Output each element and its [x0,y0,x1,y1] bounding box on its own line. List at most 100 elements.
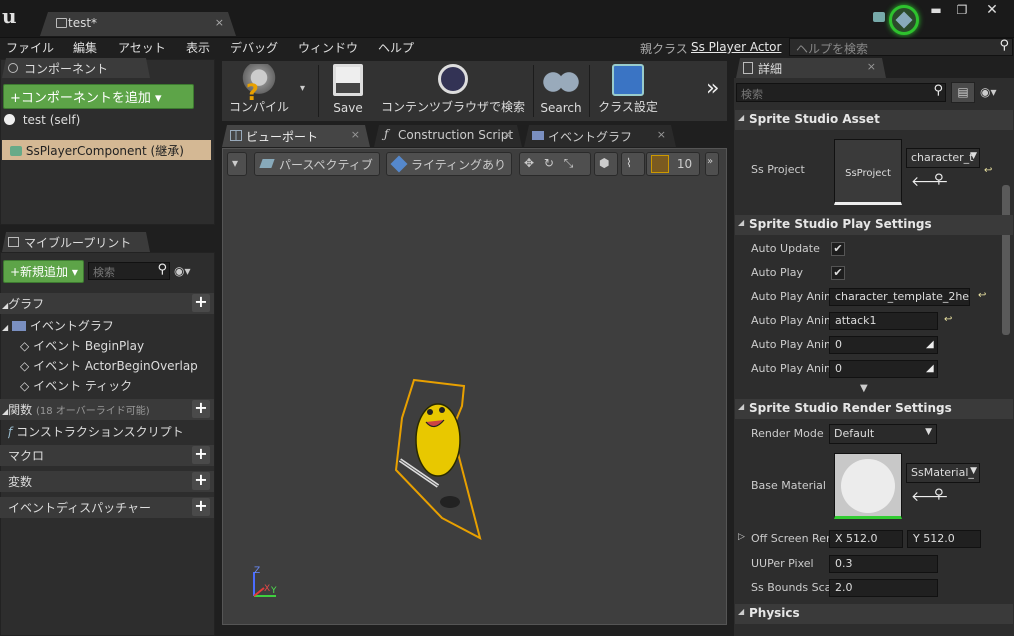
menu-file[interactable]: ファイル [6,39,54,56]
view-options-eye-icon[interactable]: ◉▾ [174,264,191,278]
blueprint-search-input[interactable]: 検索 ⚲ [88,262,170,280]
base-material-dropdown[interactable]: SsMaterial_ ▼ [906,463,980,483]
reset-to-default-icon[interactable]: ↩ [944,314,952,325]
close-tab-icon[interactable]: × [351,128,360,141]
compile-button[interactable]: ? コンパイル [224,61,294,121]
physics-header[interactable]: Physics [735,604,1013,624]
event-item-beginplay[interactable]: ◇ イベント BeginPlay [20,337,144,357]
scale-icon[interactable]: ⤡ [564,156,574,170]
viewport-overflow-icon[interactable]: » [705,152,719,176]
tab-event-graph[interactable]: イベントグラフ × [524,125,676,147]
component-item-self[interactable]: test (self) [4,113,80,133]
grid-snap-control[interactable]: 10 [646,152,700,176]
add-dispatcher-button[interactable]: + [192,498,210,516]
uuper-pixel-field[interactable]: 0.3 [829,555,938,573]
minimize-button[interactable]: ▬ [924,3,948,17]
variables-section-header[interactable]: 変数 [0,471,214,492]
add-new-button[interactable]: +新規追加 ▾ [3,260,84,283]
components-tab[interactable]: コンポーネント [2,58,150,78]
lighting-mode-button[interactable]: ライティングあり [386,152,512,176]
details-scrollbar[interactable] [1002,185,1010,335]
offscreen-x-field[interactable]: X 512.0 [829,530,903,548]
reset-to-default-icon[interactable]: ↩ [978,290,986,301]
offscreen-y-field[interactable]: Y 512.0 [907,530,981,548]
details-search-input[interactable]: 検索 ⚲ [736,83,946,102]
menu-help[interactable]: ヘルプ [378,39,414,56]
save-button[interactable]: Save [326,61,370,121]
event-item-beginoverlap[interactable]: ◇ イベント ActorBeginOverlap [20,357,198,377]
auto-update-checkbox[interactable]: ✔ [831,242,845,256]
render-mode-value: Default [834,427,875,440]
rotate-icon[interactable]: ↻ [544,156,554,170]
event-graph-item[interactable]: ◢ イベントグラフ [0,317,114,337]
class-settings-button[interactable]: クラス設定 [594,61,662,121]
reset-to-default-icon[interactable]: ↩ [984,165,992,176]
add-function-button[interactable]: + [192,400,210,418]
parent-class-link[interactable]: Ss Player Actor [691,40,781,54]
translate-icon[interactable]: ✥ [524,156,534,170]
add-macro-button[interactable]: + [192,446,210,464]
sprite-studio-render-header[interactable]: Sprite Studio Render Settings [735,399,1013,419]
close-window-button[interactable]: ✕ [980,3,1004,17]
add-variable-button[interactable]: + [192,472,210,490]
menu-view[interactable]: 表示 [186,39,210,56]
close-tab-icon[interactable]: × [503,128,512,141]
document-tab[interactable]: test* × [40,12,236,36]
sprite-character[interactable] [390,378,490,546]
base-material-thumbnail[interactable] [834,453,902,519]
ss-bounds-scale-field[interactable]: 2.0 [829,579,938,597]
close-tab-icon[interactable]: × [215,16,224,29]
auto-play-anim-field[interactable]: 0 [829,360,938,378]
view-options-eye-icon[interactable]: ◉▾ [980,85,997,99]
dispatcher-section-header[interactable]: イベントディスパッチャー [0,497,214,518]
menu-window[interactable]: ウィンドウ [298,39,358,56]
help-search-input[interactable]: ヘルプを検索 ⚲ [789,38,1013,56]
function-icon: ƒ [384,127,389,141]
close-tab-icon[interactable]: × [657,128,666,141]
auto-play-anim-name-field[interactable]: attack1 [829,312,938,330]
construction-script-item[interactable]: ƒ コンストラクションスクリプト [8,423,206,443]
add-component-button[interactable]: +コンポーネントを追加 ▾ [3,84,194,109]
viewport-options-dropdown[interactable]: ▾ [227,152,247,176]
event-item-tick[interactable]: ◇ イベント ティック [20,377,132,397]
add-graph-button[interactable]: + [192,294,210,312]
find-in-content-browser-button[interactable]: コンテンツブラウザで検索 [380,61,526,121]
feedback-icon[interactable] [873,12,885,22]
unreal-logo-icon: u [2,4,17,28]
menu-edit[interactable]: 編集 [73,39,97,56]
details-tab[interactable]: 詳細 × [736,58,886,78]
macro-section-header[interactable]: マクロ [0,445,214,466]
component-item-ssplayer[interactable]: SsPlayerComponent (継承) [2,140,211,160]
surface-snap-icon[interactable]: ⌇ [621,152,645,176]
browse-asset-icon[interactable]: ⚲ [934,487,944,502]
maximize-button[interactable]: ❐ [950,3,974,17]
compile-options-dropdown[interactable]: ▾ [300,83,305,94]
tab-construction-script[interactable]: ƒ Construction Script × [374,125,522,147]
menu-debug[interactable]: デバッグ [230,39,278,56]
expand-arrow-icon[interactable]: ▷ [738,532,745,542]
functions-section-header[interactable]: ◢関数 (18 オーバーライド可能) [0,399,214,420]
auto-play-anim-pack-label: Auto Play Anim [751,290,829,303]
uuper-pixel-row: UUPer Pixel 0.3 [738,552,1002,576]
graph-section-header[interactable]: ◢グラフ [0,293,214,314]
show-advanced-icon[interactable]: ▼ [860,383,868,394]
sprite-studio-play-header[interactable]: Sprite Studio Play Settings [735,215,1013,235]
menu-asset[interactable]: アセット [118,39,166,56]
close-tab-icon[interactable]: × [867,60,876,73]
toolbar-overflow-icon[interactable]: » [706,76,719,101]
ss-project-dropdown[interactable]: character_t ▼ [906,148,980,168]
render-mode-dropdown[interactable]: Default ▼ [829,424,937,444]
perspective-button[interactable]: パースペクティブ [254,152,380,176]
browse-asset-icon[interactable]: ⚲ [934,172,944,187]
tab-viewport[interactable]: ビューポート × [222,125,370,147]
my-blueprint-tab[interactable]: マイブループリント [2,232,150,252]
world-space-icon[interactable]: ⬢ [594,152,618,176]
property-matrix-icon[interactable]: ▤ [951,82,975,103]
auto-play-anim-pack-field[interactable]: character_template_2head [829,288,970,306]
sprite-studio-asset-header[interactable]: Sprite Studio Asset [735,110,1013,130]
ss-project-thumbnail[interactable]: SsProject [834,139,902,205]
auto-play-checkbox[interactable]: ✔ [831,266,845,280]
source-control-icon[interactable] [889,5,919,35]
auto-play-anim-field[interactable]: 0 [829,336,938,354]
search-button[interactable]: Search [538,61,584,121]
